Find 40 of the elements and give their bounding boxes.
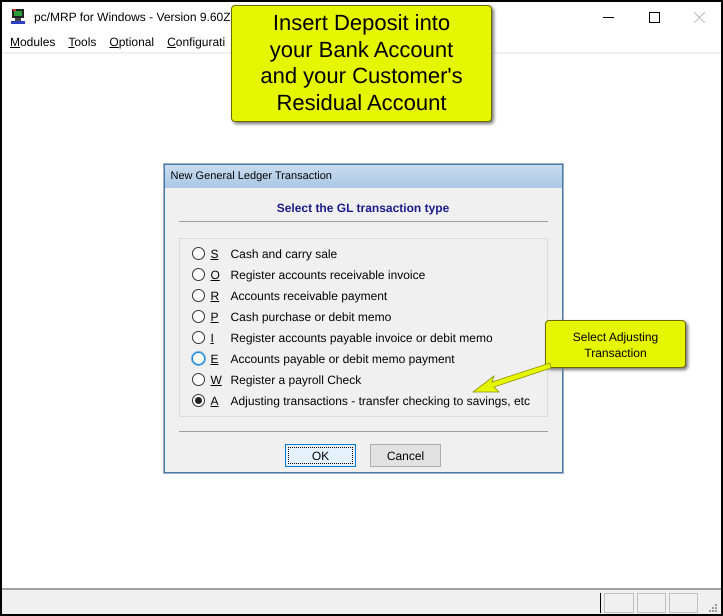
shortcut-key: S [210,246,230,260]
status-pane [637,593,666,613]
shortcut-key: E [210,352,230,366]
status-pane [604,593,634,613]
shortcut-key: I [210,330,230,344]
option-label[interactable]: Cash and carry sale [230,246,338,260]
resize-grip-icon[interactable] [707,602,717,612]
window-title: pc/MRP for Windows - Version 9.60Z [34,10,231,24]
option-label[interactable]: Adjusting transactions - transfer checking to savings, etc [230,394,530,408]
menu-item[interactable]: Configurati [167,35,226,49]
radio-button[interactable] [192,394,204,407]
option-label[interactable]: Accounts receivable payment [230,288,388,302]
ok-button[interactable]: OK [285,444,356,467]
option-label[interactable]: Register accounts receivable invoice [230,268,426,282]
shortcut-key: A [210,394,230,408]
radio-button[interactable] [192,268,204,281]
menu-item[interactable]: Tools [68,35,96,49]
shortcut-key: R [210,288,230,302]
radio-button[interactable] [192,247,204,260]
menu-item[interactable]: Optional [109,35,154,49]
shortcut-key: O [210,268,230,282]
radio-button[interactable] [192,289,204,302]
callout-banner: Insert Deposit into your Bank Account and your Customer's Residual Account [231,5,492,122]
shortcut-key: W [210,372,230,386]
callout-note: Select Adjusting Transaction [545,320,686,368]
app-icon [10,8,26,26]
dialog-title: New General Ledger Transaction [164,165,562,188]
radio-button[interactable] [192,373,204,386]
shortcut-key: P [210,310,230,324]
maximize-icon[interactable] [649,12,660,22]
radio-button[interactable] [192,310,204,323]
menu-item[interactable]: Modules [10,35,56,49]
option-label[interactable]: Accounts payable or debit memo payment [230,352,455,366]
option-label[interactable]: Cash purchase or debit memo [230,310,392,324]
status-pane [669,593,698,613]
option-label[interactable]: Register accounts payable invoice or debit memo [230,330,493,344]
dialog-heading: Select the GL transaction type [276,200,450,217]
cancel-button[interactable]: Cancel [370,444,441,467]
radio-button[interactable] [192,331,204,344]
option-label[interactable]: Register a payroll Check [230,372,362,386]
